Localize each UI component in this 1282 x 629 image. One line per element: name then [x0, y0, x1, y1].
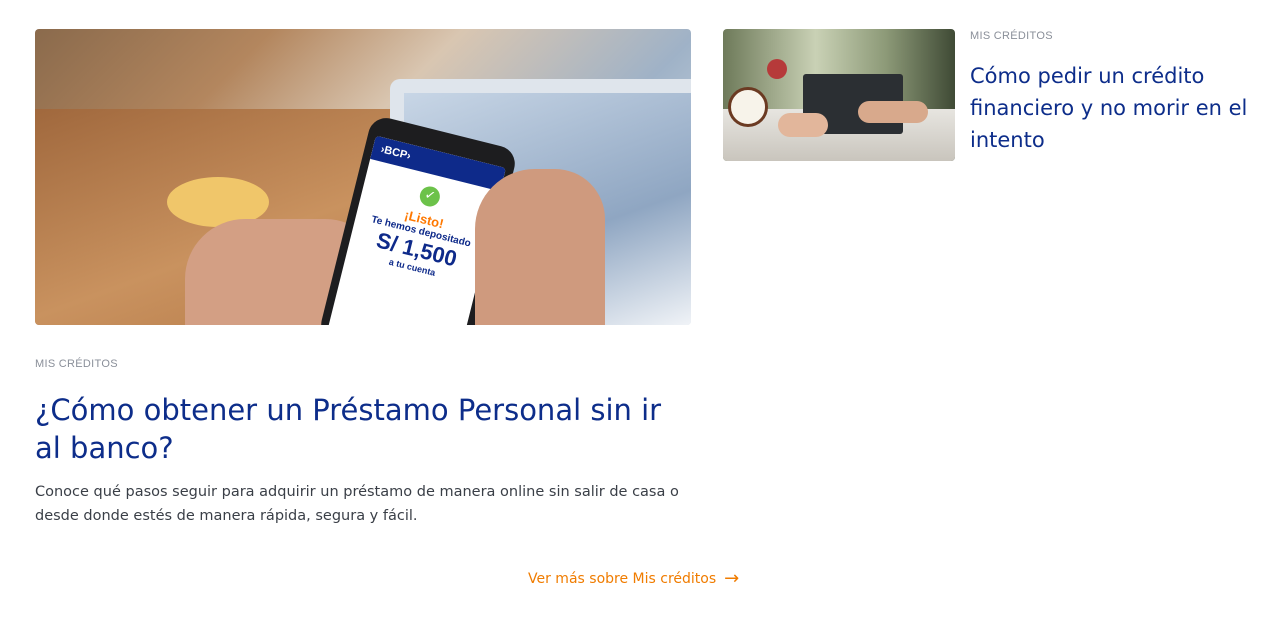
- featured-article-image[interactable]: ›BCP› ✓ ¡Listo! Te hemos depositado S/ 1…: [35, 29, 691, 325]
- side-article-title[interactable]: Cómo pedir un crédito financiero y no mo…: [970, 60, 1250, 156]
- featured-article-category[interactable]: MIS CRÉDITOS: [35, 358, 118, 370]
- side-article-card[interactable]: MIS CRÉDITOS Cómo pedir un crédito finan…: [723, 29, 1247, 161]
- clock-icon: [728, 87, 768, 127]
- bcp-logo: ›BCP›: [370, 135, 506, 192]
- roses-decoration: [767, 59, 787, 79]
- featured-article-title[interactable]: ¿Cómo obtener un Préstamo Personal sin i…: [35, 391, 691, 467]
- see-more-link[interactable]: Ver más sobre Mis créditos →: [528, 570, 739, 588]
- side-article-category[interactable]: MIS CRÉDITOS: [970, 30, 1053, 42]
- featured-article-description: Conoce qué pasos seguir para adquirir un…: [35, 484, 679, 524]
- arrow-right-icon: →: [724, 568, 740, 589]
- hand-right: [858, 101, 928, 123]
- right-hand: [475, 169, 605, 325]
- featured-article-card[interactable]: ›BCP› ✓ ¡Listo! Te hemos depositado S/ 1…: [35, 29, 691, 524]
- hand-left: [778, 113, 828, 137]
- side-article-image[interactable]: [723, 29, 955, 161]
- see-more-label: Ver más sobre Mis créditos: [528, 571, 717, 587]
- check-icon: ✓: [417, 184, 442, 209]
